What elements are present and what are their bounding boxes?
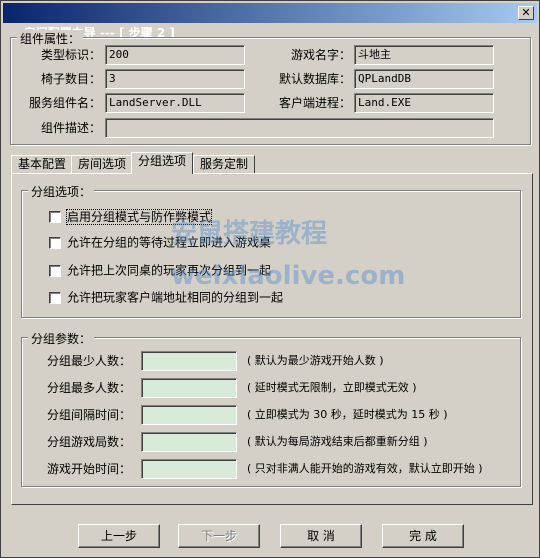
join-while-waiting-label: 允许在分组的等待过程立即进入游戏桌 <box>67 235 272 250</box>
title-bar: 房间配置向导 --- [ 步骤 2 ] ✕ <box>3 3 537 40</box>
game-start-time-label: 游戏开始时间： <box>46 462 131 476</box>
group-interval-hint: ( 立即模式为 30 秒，延时模式为 15 秒 ) <box>247 408 448 421</box>
group-params-title: 分组参数： <box>28 330 95 347</box>
default-db-field[interactable]: QPLandDB <box>354 69 494 89</box>
server-module-field[interactable]: LandServer.DLL <box>105 93 245 113</box>
max-players-hint: ( 延时模式无限制，立即模式无效 ) <box>247 381 417 394</box>
enable-grouping-label: 启用分组模式与防作弊模式 <box>65 208 213 225</box>
game-name-label: 游戏名字： <box>290 48 351 62</box>
tab-basic-config[interactable]: 基本配置 <box>11 155 74 174</box>
group-rounds-input[interactable] <box>141 432 237 452</box>
enable-grouping-checkbox[interactable] <box>49 210 61 223</box>
regroup-last-table-checkbox[interactable] <box>49 264 61 277</box>
min-players-input[interactable] <box>141 351 237 371</box>
checkbox-row-regroup-last-table[interactable]: 允许把上次同桌的玩家再次分组到一起 <box>49 262 271 278</box>
min-players-hint: ( 默认为最少游戏开始人数 ) <box>247 354 384 367</box>
chair-count-label: 椅子数目： <box>40 72 101 86</box>
component-desc-label: 组件描述： <box>40 121 101 135</box>
tab-group-options[interactable]: 分组选项 <box>131 152 194 174</box>
min-players-label: 分组最少人数： <box>46 354 131 368</box>
type-id-field[interactable]: 200 <box>105 45 245 65</box>
next-button[interactable]: 下一步 <box>178 524 260 548</box>
component-desc-field[interactable] <box>105 118 494 138</box>
finish-button[interactable]: 完 成 <box>382 524 464 548</box>
max-players-input[interactable] <box>141 378 237 398</box>
group-rounds-label: 分组游戏局数： <box>46 435 131 449</box>
tab-room-options[interactable]: 房间选项 <box>71 155 134 174</box>
tab-service-custom[interactable]: 服务定制 <box>193 155 256 174</box>
config-wizard-window: 房间配置向导 --- [ 步骤 2 ] ✕ 组件属性： 类型标识： 200 游戏… <box>0 0 540 558</box>
max-players-label: 分组最多人数： <box>46 381 131 395</box>
same-address-checkbox[interactable] <box>49 291 61 304</box>
game-start-time-input[interactable] <box>141 459 237 479</box>
type-id-label: 类型标识： <box>40 48 101 62</box>
group-options-title: 分组选项： <box>28 183 95 200</box>
cancel-button[interactable]: 取 消 <box>280 524 362 548</box>
group-interval-label: 分组间隔时间： <box>46 408 131 422</box>
prev-button[interactable]: 上一步 <box>78 524 160 548</box>
client-process-field[interactable]: Land.EXE <box>354 93 494 113</box>
game-start-time-hint: ( 只对非满人能开始的游戏有效，默认立即开始 ) <box>247 462 483 475</box>
client-process-label: 客户端进程： <box>278 96 351 110</box>
regroup-last-table-label: 允许把上次同桌的玩家再次分组到一起 <box>67 263 272 278</box>
chair-count-field[interactable]: 3 <box>105 69 245 89</box>
group-rounds-hint: ( 默认为每局游戏结束后都重新分组 ) <box>247 435 428 448</box>
game-name-field[interactable]: 斗地主 <box>354 45 494 65</box>
server-module-label: 服务组件名： <box>28 96 101 110</box>
same-address-label: 允许把玩家客户端地址相同的分组到一起 <box>67 290 284 305</box>
group-interval-input[interactable] <box>141 405 237 425</box>
checkbox-row-same-address[interactable]: 允许把玩家客户端地址相同的分组到一起 <box>49 289 283 305</box>
checkbox-row-enable-grouping[interactable]: 启用分组模式与防作弊模式 <box>49 208 213 225</box>
close-button[interactable]: ✕ <box>518 6 534 20</box>
checkbox-row-join-while-waiting[interactable]: 允许在分组的等待过程立即进入游戏桌 <box>49 234 271 250</box>
join-while-waiting-checkbox[interactable] <box>49 236 61 249</box>
default-db-label: 默认数据库： <box>278 72 351 86</box>
